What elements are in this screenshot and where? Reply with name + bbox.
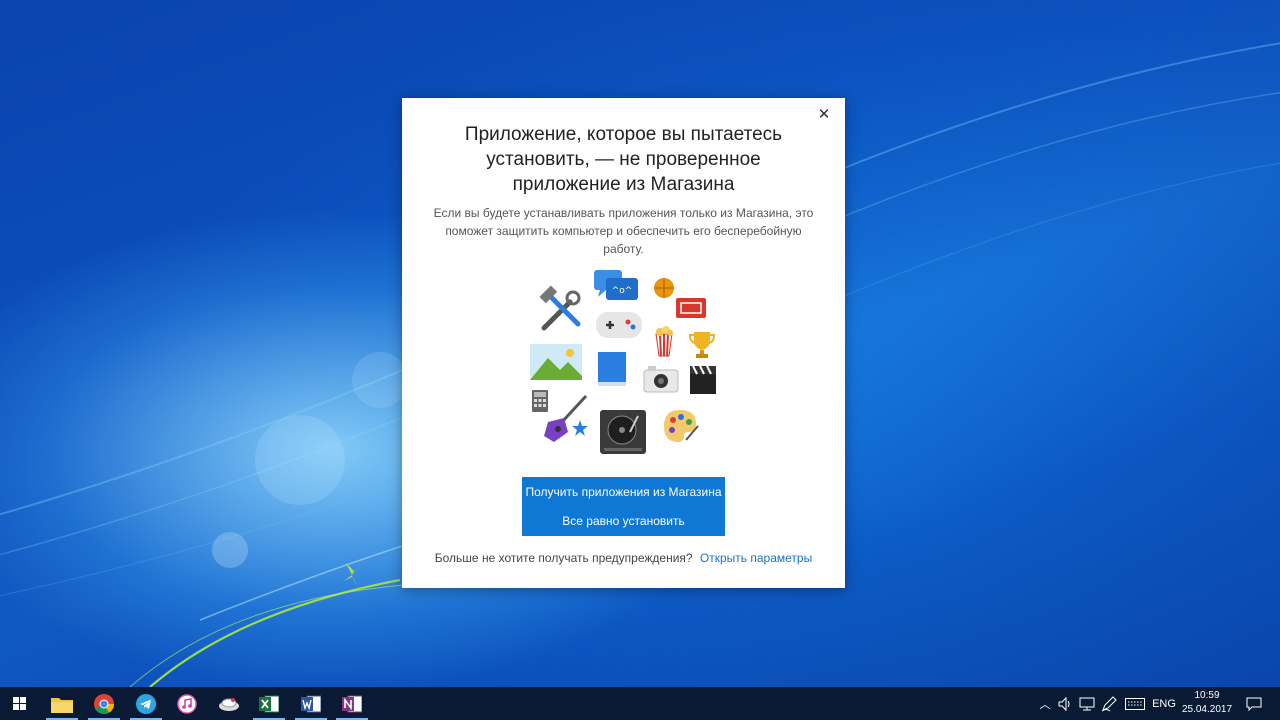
guitar-icon <box>544 394 588 442</box>
chat-bubble-text: ^o^ <box>612 286 633 296</box>
gamepad-icon <box>596 312 642 338</box>
taskbar-onenote[interactable] <box>333 687 371 720</box>
tray-pen[interactable] <box>1098 687 1120 720</box>
book-icon <box>598 352 626 386</box>
taskbar: ︿ ENG 10:59 25.04.2017 <box>0 687 1280 720</box>
unverified-app-dialog: ✕ Приложение, которое вы пытаетесь устан… <box>402 98 845 588</box>
calculator-icon <box>532 390 548 412</box>
taskbar-word[interactable] <box>292 687 330 720</box>
clock-date[interactable]: 25.04.2017 <box>1180 703 1234 717</box>
chevron-up-icon[interactable]: ︿ <box>1040 696 1051 712</box>
pen-icon[interactable] <box>1101 695 1117 712</box>
tray-clock[interactable]: 10:59 25.04.2017 <box>1180 689 1234 717</box>
tray-language[interactable]: ENG <box>1150 687 1178 720</box>
tray-keyboard[interactable] <box>1122 687 1148 720</box>
keyboard-icon[interactable] <box>1125 697 1145 710</box>
taskbar-file-explorer[interactable] <box>43 687 81 720</box>
close-icon[interactable]: ✕ <box>818 105 831 123</box>
close-button[interactable]: ✕ <box>813 103 835 125</box>
tools-icon <box>539 285 581 331</box>
star-icon <box>572 420 588 436</box>
store-apps-illustration: ^o^ <box>530 270 716 454</box>
tray-overflow-button[interactable]: ︿ <box>1036 687 1054 720</box>
clock-time[interactable]: 10:59 <box>1180 689 1234 703</box>
dialog-title-line: приложение из Магазина <box>512 174 735 195</box>
popcorn-icon <box>655 326 673 357</box>
palette-icon <box>664 410 699 442</box>
dialog-description-line: работу. <box>603 242 644 256</box>
install-anyway-button[interactable]: Все равно установить <box>522 506 725 536</box>
excel-icon[interactable] <box>259 694 279 714</box>
onenote-icon[interactable] <box>342 694 362 714</box>
language-indicator[interactable]: ENG <box>1152 698 1176 710</box>
basketball-icon <box>654 278 674 298</box>
clapperboard-icon <box>690 365 716 394</box>
get-store-apps-button[interactable]: Получить приложения из Магазина <box>522 477 725 506</box>
landscape-image-icon <box>530 344 582 380</box>
taskbar-excel[interactable] <box>250 687 288 720</box>
dialog-description: Если вы будете устанавливать приложения … <box>432 204 815 258</box>
trophy-icon <box>688 332 716 358</box>
file-explorer-icon[interactable] <box>51 695 73 713</box>
tray-volume[interactable] <box>1056 687 1076 720</box>
turntable-icon <box>600 410 646 454</box>
telegram-icon[interactable] <box>136 693 156 714</box>
action-center-icon[interactable] <box>1246 697 1262 711</box>
action-buttons: Получить приложения из Магазина Все равн… <box>522 477 725 536</box>
taskbar-chrome[interactable] <box>85 687 123 720</box>
itunes-icon[interactable] <box>177 693 197 714</box>
dialog-footer: Больше не хотите получать предупреждения… <box>402 551 845 565</box>
network-icon[interactable] <box>1079 697 1095 711</box>
taskbar-itunes[interactable] <box>168 687 206 720</box>
taskbar-telegram[interactable] <box>127 687 165 720</box>
tray-notifications[interactable] <box>1240 687 1268 720</box>
volume-icon[interactable] <box>1058 696 1074 711</box>
ticket-icon <box>676 298 706 318</box>
chrome-icon[interactable] <box>94 693 114 714</box>
dialog-title-line: Приложение, которое вы пытаетесь <box>464 124 783 145</box>
windows-logo-icon[interactable] <box>0 687 40 720</box>
app-icon[interactable] <box>218 695 240 713</box>
dialog-title-line: установить, — не проверенное <box>486 149 761 170</box>
open-settings-link[interactable]: Открыть параметры <box>700 551 812 565</box>
dialog-title: Приложение, которое вы пытаетесь установ… <box>432 122 815 197</box>
dialog-description-line: Если вы будете устанавливать приложения … <box>433 206 814 220</box>
taskbar-app[interactable] <box>210 687 248 720</box>
camera-icon <box>643 366 679 393</box>
word-icon[interactable] <box>301 694 321 714</box>
start-button[interactable] <box>0 687 40 720</box>
tray-network[interactable] <box>1076 687 1098 720</box>
footer-question: Больше не хотите получать предупреждения… <box>434 551 693 565</box>
chat-icon: ^o^ <box>594 270 638 300</box>
dialog-description-line: поможет защитить компьютер и обеспечить … <box>445 224 802 238</box>
